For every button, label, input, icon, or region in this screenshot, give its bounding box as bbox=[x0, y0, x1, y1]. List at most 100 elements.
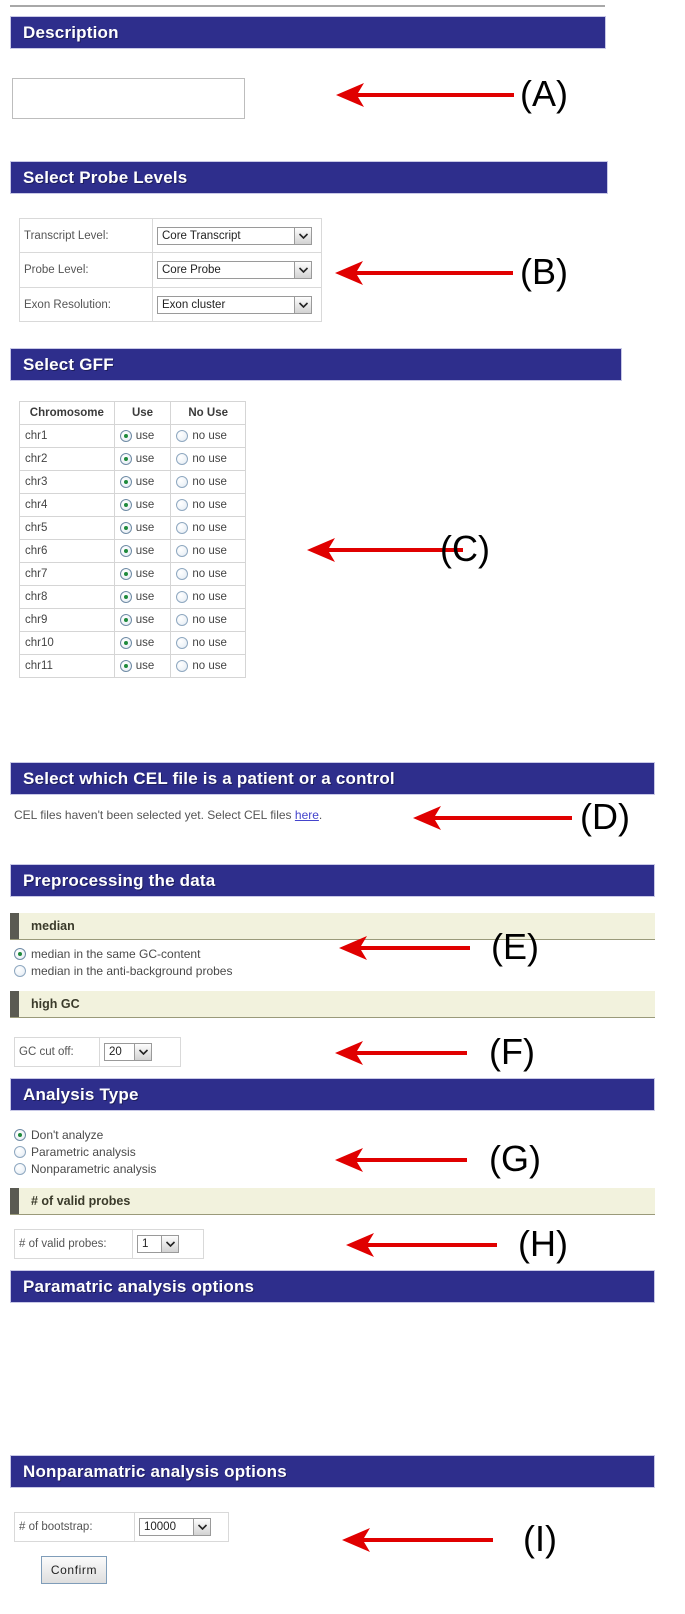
analysis-type-options-group: Don't analyze Parametric analysis Nonpar… bbox=[14, 1126, 334, 1177]
transcript-level-select[interactable]: Core Transcript bbox=[157, 226, 312, 245]
chevron-down-icon bbox=[193, 1519, 210, 1535]
no-use-cell[interactable]: no use bbox=[170, 470, 246, 494]
gc-cutoff-select[interactable]: 20 bbox=[104, 1043, 152, 1061]
gc-cutoff-value: 20 bbox=[109, 1046, 122, 1058]
radio-icon[interactable] bbox=[176, 522, 189, 534]
radio-icon[interactable] bbox=[176, 499, 189, 511]
radio-icon[interactable] bbox=[119, 637, 132, 649]
radio-label: median in the anti-background probes bbox=[31, 963, 233, 978]
cel-status-message: CEL files haven't been selected yet. Sel… bbox=[14, 808, 474, 822]
probe-levels-row: Transcript Level: Core Transcript bbox=[20, 219, 321, 253]
radio-label: Don't analyze bbox=[31, 1127, 104, 1142]
no-use-cell[interactable]: no use bbox=[170, 493, 246, 517]
table-row: chr4 use no use bbox=[19, 493, 246, 517]
confirm-button[interactable]: Confirm bbox=[41, 1556, 107, 1584]
no-use-cell[interactable]: no use bbox=[170, 654, 246, 678]
radio-icon[interactable] bbox=[176, 545, 189, 557]
exon-resolution-select[interactable]: Exon cluster bbox=[157, 295, 312, 314]
radio-icon[interactable] bbox=[119, 614, 132, 626]
radio-icon[interactable] bbox=[119, 545, 132, 557]
no-use-cell[interactable]: no use bbox=[170, 539, 246, 563]
no-use-label: no use bbox=[192, 568, 227, 580]
radio-option-parametric-analysis[interactable]: Parametric analysis bbox=[14, 1143, 334, 1160]
radio-icon[interactable] bbox=[176, 591, 189, 603]
radio-icon[interactable] bbox=[119, 499, 132, 511]
no-use-label: no use bbox=[192, 614, 227, 626]
use-cell[interactable]: use bbox=[113, 493, 172, 517]
transcript-level-control: Core Transcript bbox=[153, 219, 316, 252]
radio-icon[interactable] bbox=[14, 947, 26, 960]
bootstrap-select[interactable]: 10000 bbox=[139, 1518, 211, 1536]
use-cell[interactable]: use bbox=[113, 585, 172, 609]
radio-icon[interactable] bbox=[14, 1162, 26, 1175]
radio-option-nonparametric-analysis[interactable]: Nonparametric analysis bbox=[14, 1160, 334, 1177]
chromosome-name: chr11 bbox=[19, 654, 115, 678]
annotation-label-c: (C) bbox=[440, 528, 490, 569]
radio-icon[interactable] bbox=[119, 476, 132, 488]
probe-level-select[interactable]: Core Probe bbox=[157, 261, 312, 279]
radio-option-dont-analyze[interactable]: Don't analyze bbox=[14, 1126, 334, 1143]
no-use-cell[interactable]: no use bbox=[170, 516, 246, 540]
radio-icon[interactable] bbox=[14, 1145, 26, 1158]
cel-select-link[interactable]: here bbox=[295, 808, 319, 822]
no-use-cell[interactable]: no use bbox=[170, 562, 246, 586]
probe-levels-row: Exon Resolution: Exon cluster bbox=[20, 288, 321, 321]
use-cell[interactable]: use bbox=[113, 424, 172, 448]
table-row: chr11 use no use bbox=[19, 654, 246, 678]
no-use-cell[interactable]: no use bbox=[170, 424, 246, 448]
subsection-header-median: median bbox=[10, 913, 655, 940]
use-cell[interactable]: use bbox=[113, 516, 172, 540]
radio-option-median-same-gc[interactable]: median in the same GC-content bbox=[14, 945, 334, 962]
radio-icon[interactable] bbox=[14, 964, 26, 977]
use-cell[interactable]: use bbox=[113, 631, 172, 655]
annotation-label-a: (A) bbox=[520, 73, 568, 114]
section-header-analysis-type: Analysis Type bbox=[10, 1078, 655, 1111]
radio-icon[interactable] bbox=[119, 430, 132, 442]
radio-icon[interactable] bbox=[176, 453, 189, 465]
description-input[interactable] bbox=[12, 78, 245, 119]
radio-icon[interactable] bbox=[119, 591, 132, 603]
subsection-marker bbox=[10, 1188, 19, 1214]
use-cell[interactable]: use bbox=[113, 470, 172, 494]
radio-icon[interactable] bbox=[119, 568, 132, 580]
annotation-arrow-i bbox=[342, 1528, 493, 1552]
no-use-cell[interactable]: no use bbox=[170, 447, 246, 471]
no-use-cell[interactable]: no use bbox=[170, 608, 246, 632]
use-cell[interactable]: use bbox=[113, 539, 172, 563]
radio-option-median-anti-background[interactable]: median in the anti-background probes bbox=[14, 962, 334, 979]
subsection-header-valid-probes: # of valid probes bbox=[10, 1188, 655, 1215]
radio-icon[interactable] bbox=[176, 430, 189, 442]
section-header-nonparametric-options: Nonparamatric analysis options bbox=[10, 1455, 655, 1488]
radio-icon[interactable] bbox=[176, 614, 189, 626]
column-header-no-use: No Use bbox=[170, 401, 246, 425]
no-use-label: no use bbox=[192, 476, 227, 488]
annotation-label-e: (E) bbox=[491, 926, 539, 967]
use-cell[interactable]: use bbox=[113, 654, 172, 678]
valid-probes-select[interactable]: 1 bbox=[137, 1235, 179, 1253]
radio-icon[interactable] bbox=[119, 453, 132, 465]
annotation-label-i: (I) bbox=[523, 1518, 557, 1559]
chromosome-name: chr2 bbox=[19, 447, 115, 471]
table-header-row: Chromosome Use No Use bbox=[19, 401, 246, 425]
radio-icon[interactable] bbox=[119, 660, 132, 672]
confirm-button-label: Confirm bbox=[50, 1563, 98, 1577]
radio-label: Parametric analysis bbox=[31, 1144, 136, 1159]
radio-icon[interactable] bbox=[176, 637, 189, 649]
subsection-title-high-gc: high GC bbox=[31, 997, 80, 1011]
annotation-arrow-e bbox=[339, 936, 470, 960]
no-use-cell[interactable]: no use bbox=[170, 585, 246, 609]
section-title-analysis-type: Analysis Type bbox=[23, 1084, 139, 1104]
radio-icon[interactable] bbox=[176, 476, 189, 488]
no-use-label: no use bbox=[192, 545, 227, 557]
no-use-label: no use bbox=[192, 430, 227, 442]
radio-icon[interactable] bbox=[176, 568, 189, 580]
use-cell[interactable]: use bbox=[113, 562, 172, 586]
exon-resolution-control: Exon cluster bbox=[153, 288, 316, 321]
use-cell[interactable]: use bbox=[113, 447, 172, 471]
radio-icon[interactable] bbox=[176, 660, 189, 672]
probe-levels-fieldgroup: Transcript Level: Core Transcript Probe … bbox=[19, 218, 322, 322]
use-cell[interactable]: use bbox=[113, 608, 172, 632]
radio-icon[interactable] bbox=[119, 522, 132, 534]
radio-icon[interactable] bbox=[14, 1128, 26, 1141]
no-use-cell[interactable]: no use bbox=[170, 631, 246, 655]
